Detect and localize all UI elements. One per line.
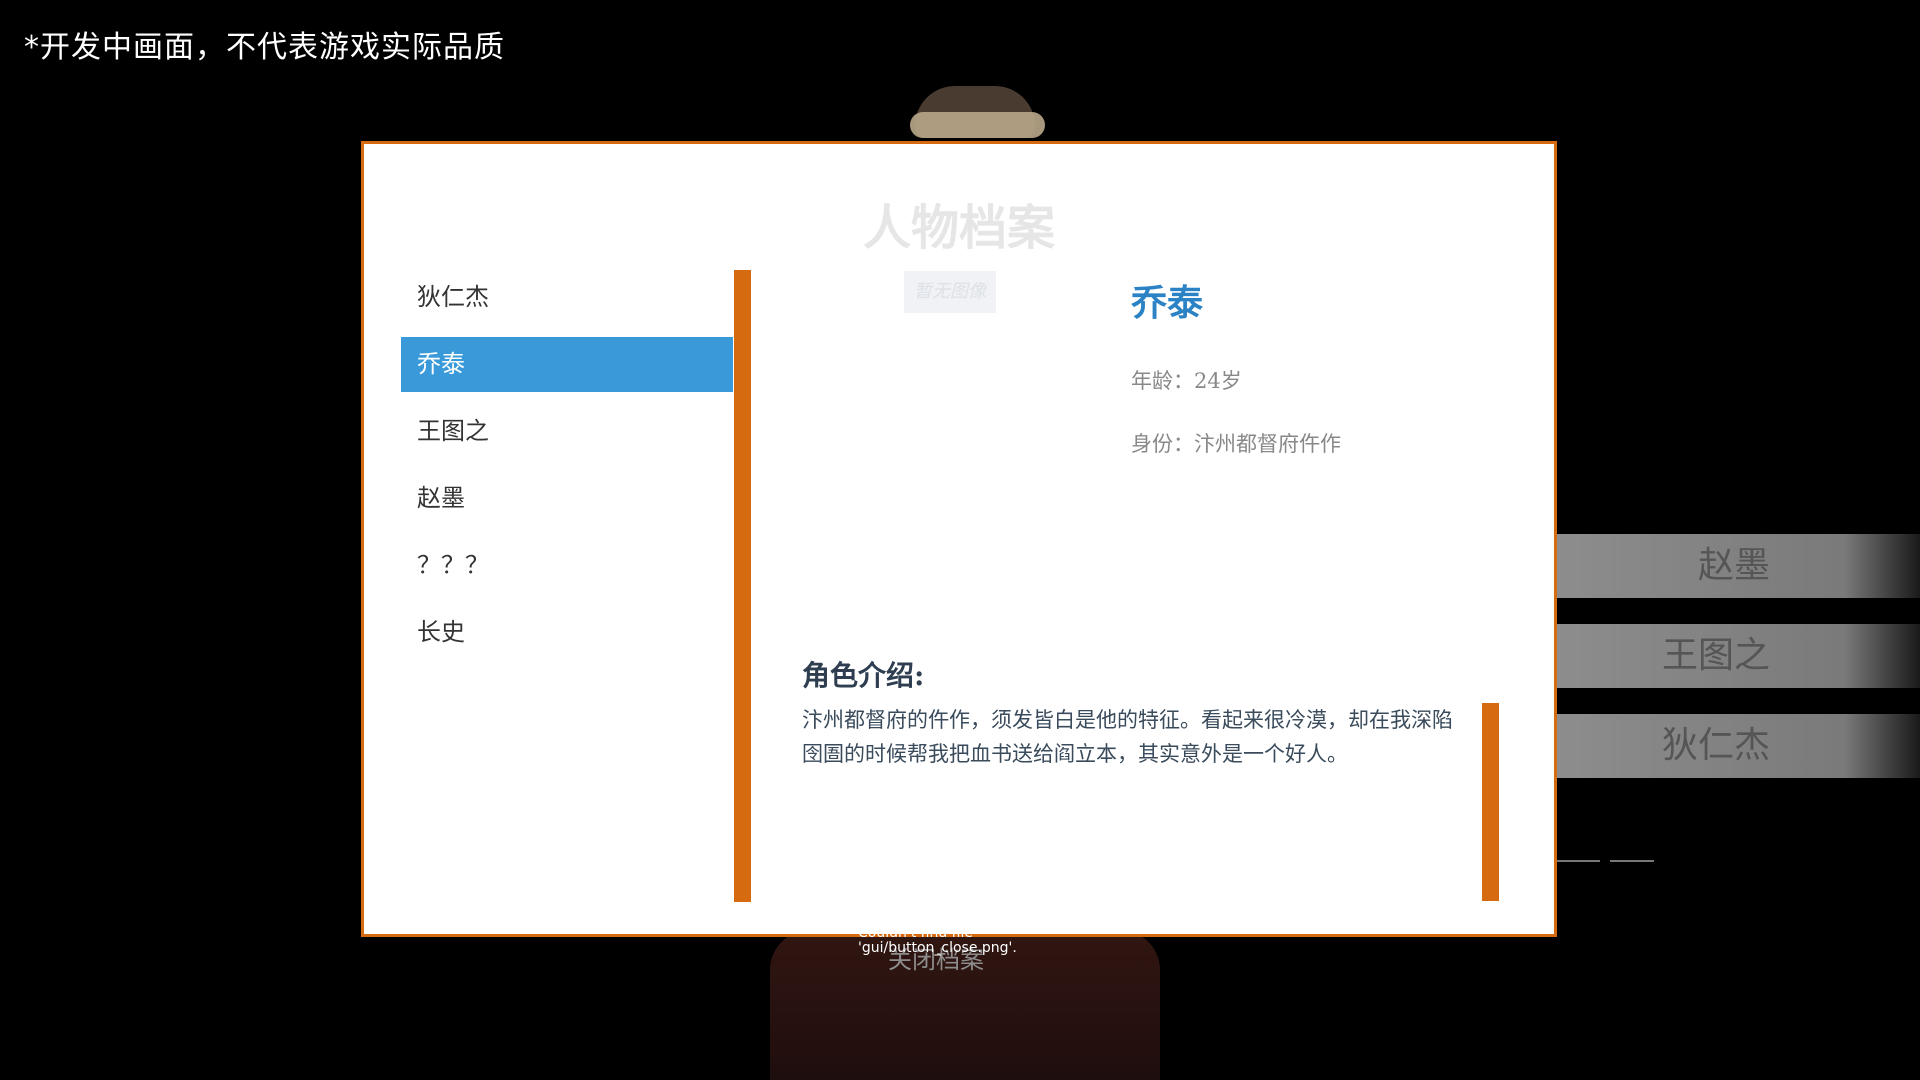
portrait-placeholder: 暂无图像 (904, 271, 996, 313)
character-identity: 身份：汴州都督府仵作 (1131, 432, 1341, 456)
side-menu-button[interactable]: 狄仁杰 (1540, 714, 1920, 778)
dev-notice: *开发中画面，不代表游戏实际品质 (24, 30, 505, 65)
side-menu-button[interactable]: 赵墨 (1540, 534, 1920, 598)
dialog-title: 人物档案 (862, 200, 1055, 256)
background-cloud (910, 112, 1045, 138)
character-list-item[interactable]: ？？？ (401, 538, 733, 593)
character-list: 狄仁杰 乔泰 王图之 赵墨 ？？？ 长史 (401, 270, 733, 672)
intro-scrollbar[interactable] (1482, 703, 1499, 901)
character-list-item-selected[interactable]: 乔泰 (401, 337, 733, 392)
character-list-item[interactable]: 长史 (401, 605, 733, 660)
dash-divider (1610, 860, 1654, 862)
character-name: 乔泰 (1131, 282, 1204, 324)
character-list-item[interactable]: 王图之 (401, 404, 733, 459)
character-list-item[interactable]: 狄仁杰 (401, 270, 733, 325)
game-screen: *开发中画面，不代表游戏实际品质 赵墨 王图之 狄仁杰 人物档案 狄仁杰 乔泰 … (0, 0, 1920, 1080)
side-menu: 赵墨 王图之 狄仁杰 (1540, 534, 1920, 804)
character-list-scrollbar[interactable] (734, 270, 751, 902)
side-menu-button[interactable]: 王图之 (1540, 624, 1920, 688)
intro-heading: 角色介绍: (802, 659, 925, 692)
character-age: 年龄：24岁 (1131, 369, 1242, 393)
dash-divider (1556, 860, 1600, 862)
character-profile-dialog: 人物档案 狄仁杰 乔泰 王图之 赵墨 ？？？ 长史 暂无图像 乔泰 年龄：24岁… (361, 141, 1557, 937)
character-list-item[interactable]: 赵墨 (401, 471, 733, 526)
intro-text: 汴州都督府的仵作，须发皆白是他的特征。看起来很冷漠，却在我深陷囹圄的时候帮我把血… (802, 708, 1453, 766)
missing-image-error: Couldn't find file 'gui/button_close.png… (858, 925, 1017, 956)
